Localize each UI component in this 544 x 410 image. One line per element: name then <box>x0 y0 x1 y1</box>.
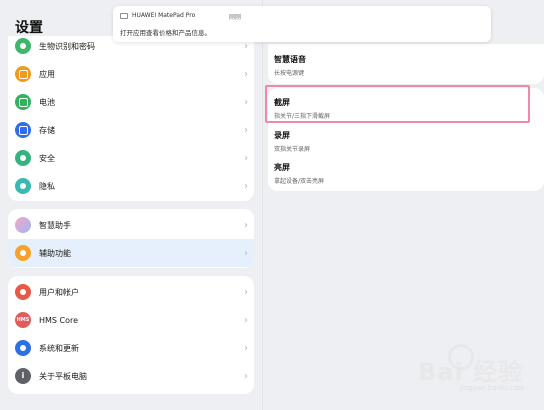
sidebar-item-system-update[interactable]: 系统和更新 › <box>8 334 254 362</box>
sidebar-item-label: 系统和更新 <box>39 343 79 353</box>
privacy-icon <box>15 178 31 194</box>
sidebar-item-label: 关于平板电脑 <box>39 371 87 381</box>
shield-icon <box>15 150 31 166</box>
sidebar-item-security[interactable]: 安全 › <box>8 144 254 172</box>
sidebar-item-label: HMS Core <box>39 315 79 325</box>
sidebar-item-label: 智慧助手 <box>39 220 71 230</box>
sidebar-item-label: 应用 <box>39 69 55 79</box>
chevron-right-icon: › <box>244 68 248 80</box>
chevron-right-icon: › <box>244 314 248 326</box>
notification-message: 打开应用查看价格和产品信息。 <box>120 29 211 37</box>
system-update-icon <box>15 340 31 356</box>
detail-item-title: 亮屏 <box>274 163 290 172</box>
chevron-right-icon: › <box>244 247 248 259</box>
sidebar-item-label: 电池 <box>39 97 55 107</box>
battery-icon <box>15 94 31 110</box>
detail-item-screen-record[interactable]: 录屏 双指关节录屏 <box>274 130 310 153</box>
watermark-url: jingyan.baidu.com <box>460 384 525 392</box>
detail-item-subtitle: 双指关节录屏 <box>274 146 311 153</box>
notification-app-name: HUAWEI MatePad Pro <box>132 12 196 19</box>
chevron-right-icon: › <box>244 180 248 192</box>
chevron-right-icon: › <box>244 219 248 231</box>
page-title: 设置 <box>15 20 43 36</box>
sidebar-item-hms-core[interactable]: HMS HMS Core › <box>8 306 254 334</box>
sidebar-group-assist: 智慧助手 › 辅助功能 › <box>8 209 254 268</box>
accessibility-icon <box>15 245 31 261</box>
detail-item-title: 录屏 <box>274 131 290 140</box>
sidebar-item-battery[interactable]: 电池 › <box>8 88 254 116</box>
key-icon <box>15 38 31 54</box>
sidebar-item-privacy[interactable]: 隐私 › <box>8 172 254 200</box>
assistant-icon <box>15 217 31 233</box>
user-icon <box>15 284 31 300</box>
tablet-icon <box>120 13 128 19</box>
sidebar-group-security: 生物识别和密码 › 应用 › 电池 › 存储 › 安全 › 隐私 › <box>8 36 254 201</box>
sidebar-item-apps[interactable]: 应用 › <box>8 60 254 88</box>
chevron-right-icon: › <box>244 152 248 164</box>
detail-item-subtitle: 长按电源键 <box>274 70 305 77</box>
chevron-right-icon: › <box>244 286 248 298</box>
screenshot-highlight-box <box>265 85 530 123</box>
chevron-right-icon: › <box>244 342 248 354</box>
sidebar-item-users[interactable]: 用户和帐户 › <box>8 278 254 306</box>
detail-group-voice: 智慧语音 长按电源键 <box>268 44 544 84</box>
sidebar-item-smart-assistant[interactable]: 智慧助手 › <box>8 211 254 239</box>
detail-item-subtitle: 拿起设备/双击亮屏 <box>274 178 325 185</box>
notification-banner[interactable]: HUAWEI MatePad Pro 刚刚 打开应用查看价格和产品信息。 <box>113 6 491 42</box>
sidebar-item-about[interactable]: i 关于平板电脑 › <box>8 362 254 390</box>
notification-time: 刚刚 <box>229 14 242 21</box>
storage-icon <box>15 122 31 138</box>
chevron-right-icon: › <box>244 96 248 108</box>
sidebar-item-storage[interactable]: 存储 › <box>8 116 254 144</box>
sidebar-item-label: 安全 <box>39 153 55 163</box>
chevron-right-icon: › <box>244 370 248 382</box>
chevron-right-icon: › <box>244 124 248 136</box>
detail-item-smart-voice[interactable]: 智慧语音 长按电源键 <box>274 54 306 77</box>
sidebar-item-label: 存储 <box>39 125 55 135</box>
apps-grid-icon <box>15 66 31 82</box>
sidebar-item-accessibility[interactable]: 辅助功能 › <box>8 239 254 267</box>
sidebar-item-label: 用户和帐户 <box>39 287 79 297</box>
info-icon: i <box>15 368 31 384</box>
chevron-right-icon: › <box>244 40 248 52</box>
sidebar-item-label: 生物识别和密码 <box>39 41 95 51</box>
detail-item-wake-screen[interactable]: 亮屏 拿起设备/双击亮屏 <box>274 162 324 185</box>
hms-core-icon: HMS <box>15 312 31 328</box>
sidebar-item-label: 辅助功能 <box>39 248 71 258</box>
sidebar-group-system: 用户和帐户 › HMS HMS Core › 系统和更新 › i 关于平板电脑 … <box>8 276 254 394</box>
detail-item-title: 智慧语音 <box>274 55 306 64</box>
sidebar-item-label: 隐私 <box>39 181 55 191</box>
watermark-text: Bai 经验 <box>418 358 524 386</box>
